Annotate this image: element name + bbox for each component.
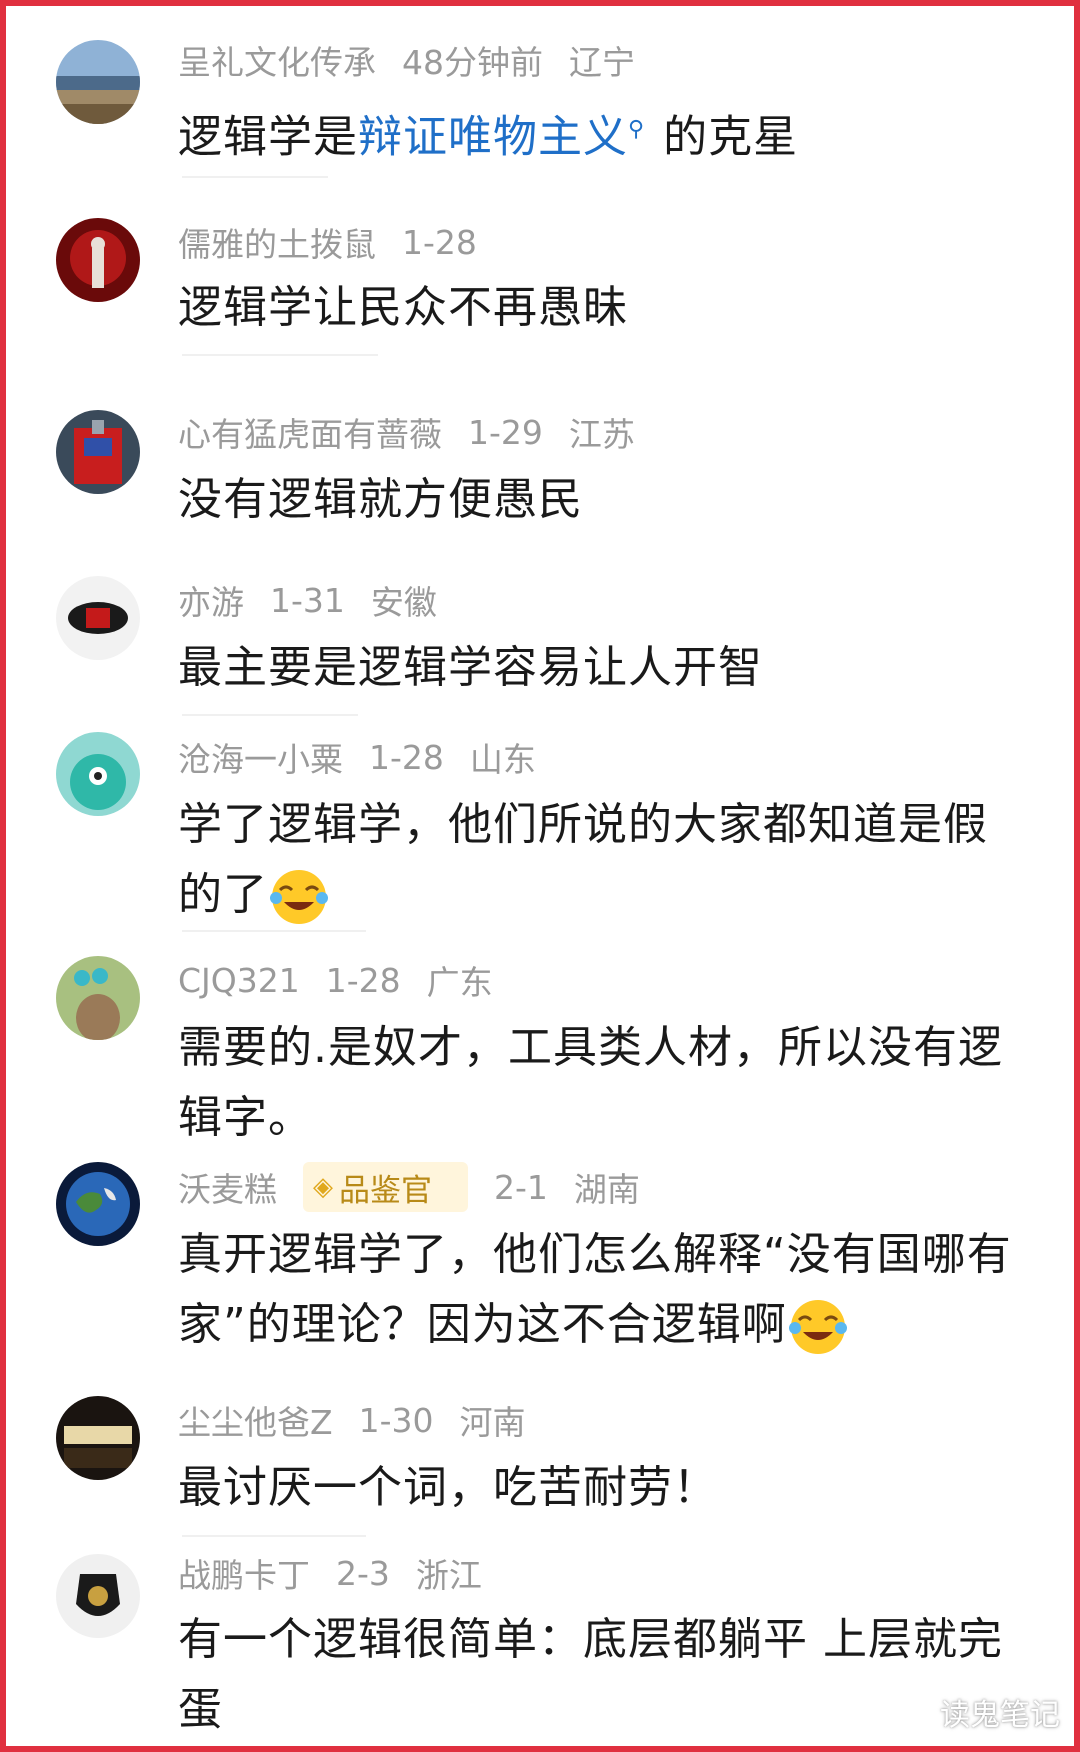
username[interactable]: 呈礼文化传承 [178,36,376,84]
location: 河南 [459,1403,526,1442]
comment-text: 最讨厌一个词，吃苦耐劳！ [178,1462,718,1513]
username[interactable]: 亦游 [178,576,244,624]
divider [182,176,328,178]
location: 浙江 [415,1556,482,1595]
divider [182,1535,366,1537]
topic-link[interactable]: 辩证唯物主义 [358,112,628,163]
location: 湖南 [573,1170,640,1209]
divider [182,714,358,716]
username[interactable]: 沃麦糕 [178,1163,277,1211]
location: 辽宁 [569,43,635,82]
comment-text: 没有逻辑就方便愚民 [178,474,583,525]
timestamp: 2-3 [336,1553,390,1593]
timestamp: 1-28 [325,960,401,1000]
username[interactable]: 心有猛虎面有蔷薇 [178,408,442,456]
expert-badge[interactable]: ◈ 品鉴官 [303,1162,468,1212]
timestamp: 48分钟前 [402,43,543,82]
avatar[interactable] [56,218,140,302]
comment-text: 学了逻辑学，他们所说的大家都知道是假的了 [178,790,1018,930]
comment-meta: 亦游 1-31 安徽 [178,576,463,624]
username[interactable]: 儒雅的土拨鼠 [178,218,376,266]
search-icon[interactable]: ⚲ [628,117,645,142]
timestamp: 2-1 [494,1167,548,1207]
avatar[interactable] [56,732,140,816]
timestamp: 1-28 [369,737,444,777]
comment-meta: 心有猛虎面有蔷薇 1-29 江苏 [178,408,661,456]
username[interactable]: 沧海一小粟 [178,733,343,781]
timestamp: 1-28 [402,222,477,262]
comment-meta: 战鹏卡丁 2-3 浙江 [178,1549,508,1597]
timestamp: 1-29 [468,412,543,452]
comment-meta: 沃麦糕 ◈ 品鉴官 2-1 湖南 [178,1162,666,1212]
username[interactable]: 尘尘他爸Z [178,1396,333,1444]
location: 安徽 [370,583,437,622]
avatar[interactable] [56,1554,140,1638]
comment-meta: 儒雅的土拨鼠 1-28 [178,218,503,266]
location: 广东 [426,963,493,1002]
comment-meta: 尘尘他爸Z 1-30 河南 [178,1396,552,1444]
avatar[interactable] [56,40,140,124]
location: 江苏 [568,415,635,454]
watermark: 读鬼笔记 [940,1698,1060,1733]
laughing-crying-emoji [787,1296,849,1358]
comment-text: 逻辑学是辩证唯物主义⚲ 的克星 [178,111,799,163]
avatar[interactable] [56,576,140,660]
timestamp: 1-30 [358,1400,434,1440]
laughing-crying-emoji [268,866,330,928]
verified-badge-icon: ◈ [313,1172,333,1202]
avatar[interactable] [56,1162,140,1246]
comment-text: 真开逻辑学了，他们怎么解释“没有国哪有家”的理论？因为这不合逻辑啊 [178,1220,1018,1360]
comment-meta: 呈礼文化传承 48分钟前 辽宁 [178,38,661,82]
comment-text: 逻辑学让民众不再愚昧 [178,282,628,333]
username[interactable]: 战鹏卡丁 [178,1549,310,1597]
comment-text: 有一个逻辑很简单：底层都躺平 上层就完蛋 [178,1614,1003,1735]
comment-meta: 沧海一小粟 1-28 山东 [178,733,562,781]
divider [182,354,378,356]
comment-meta: CJQ321 1-28 广东 [178,958,519,1003]
avatar[interactable] [56,410,140,494]
location: 山东 [469,740,536,779]
username[interactable]: CJQ321 [178,961,300,1000]
avatar[interactable] [56,1396,140,1480]
avatar[interactable] [56,956,140,1040]
timestamp: 1-31 [270,580,345,620]
divider [182,930,366,932]
comment-text: 最主要是逻辑学容易让人开智 [178,642,763,693]
comment-text: 需要的.是奴才，工具类人材，所以没有逻辑字。 [178,1022,1003,1143]
